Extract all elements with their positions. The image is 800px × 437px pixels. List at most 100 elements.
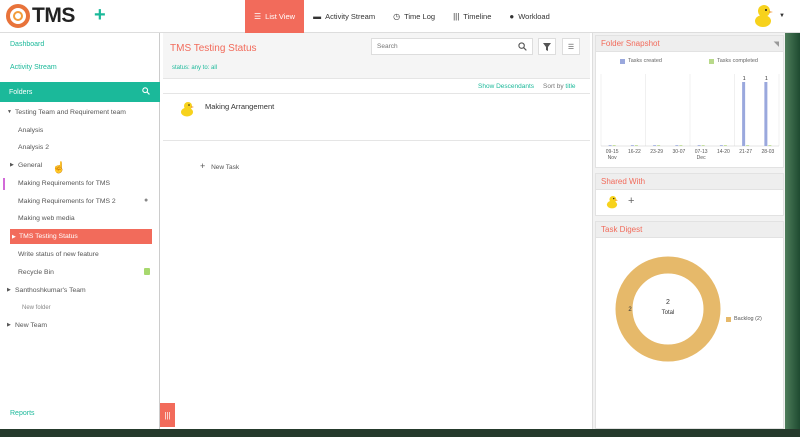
x-tick-sublabel: Dec [697,155,706,161]
tree-folder-new-folder[interactable]: New folder [22,305,51,311]
task-row[interactable]: Making Arrangement [163,95,590,141]
bar-completed [679,145,683,146]
main-header: TMS Testing Status status: any to: all ☰ [163,33,590,79]
tree-label: Testing Team and Requirement team [15,109,126,116]
user-avatar[interactable] [752,4,774,28]
sidebar-activity-stream-link[interactable]: Activity Stream [10,64,57,71]
filter-icon [543,42,551,51]
x-tick-label: 23-29 [650,149,663,155]
nav-list-view[interactable]: ☰ List View [245,0,305,33]
bar-data-label: 1 [765,76,768,82]
add-icon[interactable]: + [94,5,106,25]
task-digest-donut: 2 Total 2 [615,256,721,362]
status-filter-line[interactable]: status: any to: all [172,65,217,71]
bar-created [653,145,657,146]
bar-created [764,82,768,146]
tree-folder-making-requirements[interactable]: Making Requirements for TMS [18,180,110,187]
page-title: TMS Testing Status [170,43,257,54]
bar-created [719,145,723,146]
legend-swatch [620,58,625,64]
tree-folder-write-status[interactable]: Write status of new feature [18,251,99,258]
nav-time-log[interactable]: ◷ Time Log [384,0,444,33]
card-title: Task Digest [601,225,643,234]
card-title: Folder Snapshot [601,39,660,48]
caret-right-icon: ▶ [10,162,14,168]
folders-header[interactable]: Folders [0,82,160,102]
legend-swatch [726,316,731,322]
card-title: Shared With [601,177,646,186]
tree-team-new-team[interactable]: ▶ New Team [7,322,47,329]
chevron-down-icon[interactable]: ▼ [779,13,785,19]
nav-workload[interactable]: ● Workload [500,0,558,33]
sidebar-dashboard-link[interactable]: Dashboard [10,41,44,48]
new-task-button[interactable]: + New Task [200,161,239,171]
sort-by-control[interactable]: Sort by title [543,83,576,90]
tree-folder-analysis-2[interactable]: Analysis 2 [18,144,49,151]
task-name[interactable]: Making Arrangement [205,102,274,111]
x-tick-label: 16-22 [628,149,641,155]
tree-team-testing[interactable]: ▼ Testing Team and Requirement team [7,109,126,116]
assignee-avatar [181,102,194,117]
legend-swatch [709,58,714,64]
main-nav: ☰ List View ▬ Activity Stream ◷ Time Log… [245,0,559,33]
caret-right-icon: ▶ [12,233,16,240]
caret-right-icon: ▶ [7,287,11,293]
folder-snapshot-card: Folder Snapshot ◥ Tasks created Tasks co… [595,35,784,168]
top-bar: TMS + ☰ List View ▬ Activity Stream ◷ Ti… [0,0,800,33]
card-header: Shared With [596,174,783,190]
donut-total-value: 2 [666,299,670,306]
sidebar: Dashboard Activity Stream Folders ▼ Test… [0,33,160,429]
sort-by-value[interactable]: title [565,83,575,90]
search-icon[interactable] [142,87,150,95]
footer-bar [0,429,800,437]
bar-data-label: 1 [743,76,746,82]
trash-icon[interactable] [144,268,150,275]
x-tick-label: 14-20 [717,149,730,155]
filter-button[interactable] [538,38,556,55]
menu-button[interactable]: ☰ [562,38,580,55]
sidebar-reports-link[interactable]: Reports [10,410,35,417]
logo-gear-icon [6,4,30,28]
card-header: Task Digest [596,222,783,238]
search-input[interactable] [372,39,512,54]
tree-label: General [18,162,43,169]
shared-user-avatar[interactable] [606,195,618,209]
chat-icon: ▬ [313,12,322,21]
right-panel: Folder Snapshot ◥ Tasks created Tasks co… [592,33,785,429]
timeline-icon: ||| [453,12,460,21]
search-field[interactable] [371,38,533,55]
search-icon[interactable] [518,42,527,51]
tree-label: New folder [22,305,51,311]
rss-icon[interactable]: ◥ [774,40,779,48]
tree-team-santhoshkumar[interactable]: ▶ Santhoshkumar's Team [7,287,86,294]
folder-color-marker [3,178,5,190]
shared-with-card: Shared With + [595,173,784,216]
tree-folder-making-requirements-2[interactable]: Making Requirements for TMS 2 [18,198,116,205]
add-share-icon[interactable]: + [628,195,634,207]
menu-icon: ☰ [567,43,575,51]
legend-label: Backlog (2) [734,316,762,322]
nav-label: Timeline [463,12,492,21]
tree-label: Write status of new feature [18,251,99,258]
bar-completed [723,145,727,146]
legend-completed: Tasks completed [709,58,758,64]
tree-folder-making-web-media[interactable]: Making web media [18,215,75,222]
app-logo[interactable]: TMS [6,4,75,28]
show-descendants-link[interactable]: Show Descendants [478,83,534,90]
folder-snapshot-chart: 09-15Nov16-22 23-29 30-07 07-13Dec14-20121-… [600,74,780,161]
caret-down-icon: ▼ [7,109,12,115]
nav-timeline[interactable]: ||| Timeline [444,0,500,33]
tree-label: New Team [15,322,47,329]
tree-folder-tms-testing-status[interactable]: ▶ TMS Testing Status [10,229,152,244]
bar-completed [768,145,772,146]
nav-activity-stream[interactable]: ▬ Activity Stream [304,0,384,33]
tree-folder-general[interactable]: ▶ General [10,162,43,169]
tree-label: Making Requirements for TMS [18,180,111,187]
bar-created [742,82,746,146]
sort-by-label: Sort by [543,83,564,90]
clock-icon: ◷ [393,12,401,21]
user-icon: ● [509,12,515,21]
background-edge [785,33,800,429]
tree-recycle-bin[interactable]: Recycle Bin [18,269,54,276]
tree-folder-analysis[interactable]: Analysis [18,127,43,134]
